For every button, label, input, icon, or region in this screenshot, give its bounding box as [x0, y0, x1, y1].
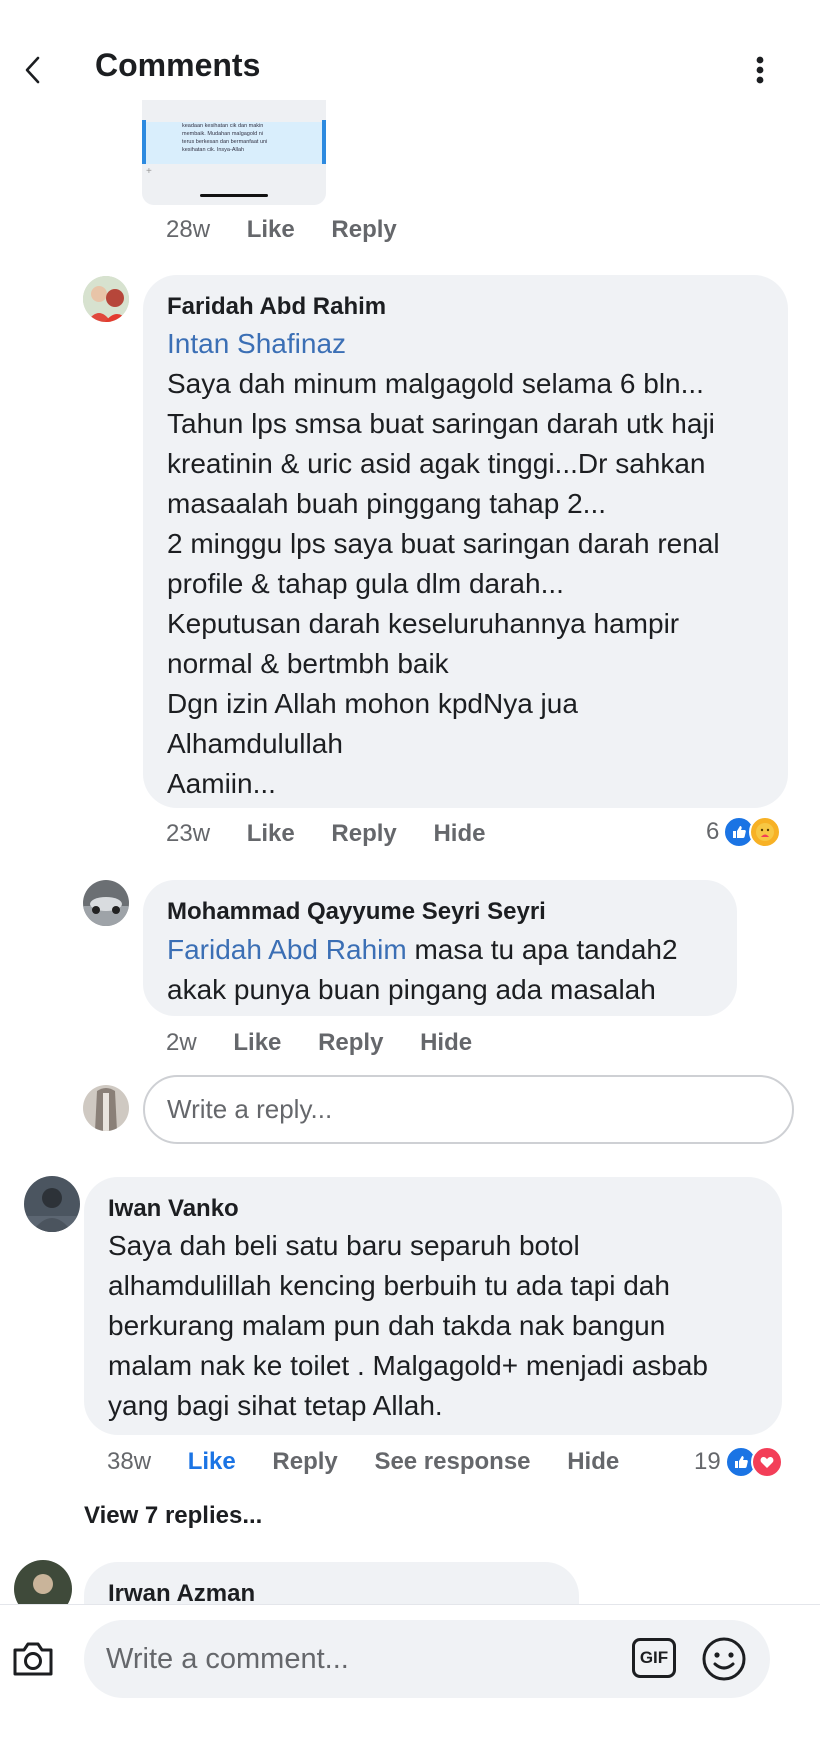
comment-actions: 38w Like Reply See response Hide — [107, 1448, 619, 1476]
comment-author[interactable]: Mohammad Qayyume Seyri Seyri — [167, 898, 546, 926]
avatar[interactable] — [83, 880, 129, 926]
comment-author[interactable]: Iwan Vanko — [108, 1195, 239, 1223]
like-link[interactable]: Like — [247, 820, 295, 848]
like-link[interactable]: Like — [247, 216, 295, 244]
like-link[interactable]: Like — [188, 1448, 236, 1476]
reactions-summary[interactable]: 6 — [706, 816, 782, 848]
reply-link[interactable]: Reply — [331, 216, 396, 244]
reply-link[interactable]: Reply — [318, 1029, 383, 1057]
mention-link[interactable]: Faridah Abd Rahim — [167, 934, 407, 965]
hide-link[interactable]: Hide — [420, 1029, 472, 1057]
reaction-count: 19 — [694, 1448, 721, 1475]
comment-composer: Write a comment... GIF — [0, 1604, 820, 1746]
timestamp: 2w — [166, 1029, 197, 1056]
emoji-icon — [702, 1637, 746, 1681]
reply-link[interactable]: Reply — [272, 1448, 337, 1476]
gif-icon: GIF — [639, 1648, 669, 1667]
comment-text: Saya dah beli satu baru separuh botol al… — [108, 1230, 709, 1421]
timestamp: 28w — [166, 216, 211, 243]
comment-bubble: Faridah Abd Rahim Intan Shafinaz Saya da… — [143, 275, 788, 808]
reply-placeholder: Write a reply... — [167, 1094, 333, 1124]
hide-link[interactable]: Hide — [567, 1448, 619, 1476]
chevron-left-icon — [25, 56, 40, 84]
back-button[interactable] — [12, 48, 52, 92]
reply-input[interactable]: Write a reply... — [143, 1075, 794, 1144]
comment-text: Intan Shafinaz Saya dah minum malgagold … — [167, 324, 720, 804]
hide-link[interactable]: Hide — [433, 820, 485, 848]
avatar[interactable] — [83, 276, 129, 322]
camera-icon — [13, 1642, 53, 1676]
care-reaction-icon — [749, 816, 782, 848]
comment-bubble: Iwan Vanko Saya dah beli satu baru separ… — [84, 1177, 782, 1435]
reply-link[interactable]: Reply — [331, 820, 396, 848]
comment-bubble: Mohammad Qayyume Seyri Seyri Faridah Abd… — [143, 880, 737, 1016]
see-response-link[interactable]: See response — [374, 1448, 530, 1476]
comment-actions: 23w Like Reply Hide — [166, 820, 485, 848]
snippet-text: keadaan kesihatan cik dan makin membaik.… — [182, 123, 268, 153]
comment-author[interactable]: Faridah Abd Rahim — [167, 293, 386, 321]
thumb-actions: 28w Like Reply — [166, 216, 397, 244]
view-replies-link[interactable]: View 7 replies... — [84, 1502, 262, 1530]
more-vertical-icon — [756, 56, 764, 84]
comment-text: Faridah Abd Rahim masa tu apa tandah2 ak… — [167, 934, 678, 1005]
emoji-button[interactable] — [700, 1635, 748, 1683]
gif-button[interactable]: GIF — [632, 1638, 676, 1678]
timestamp: 38w — [107, 1448, 152, 1475]
comment-actions: 2w Like Reply Hide — [166, 1029, 472, 1057]
like-link[interactable]: Like — [233, 1029, 281, 1057]
user-avatar — [83, 1085, 129, 1131]
comment-placeholder: Write a comment... — [106, 1642, 349, 1675]
love-reaction-icon — [750, 1446, 783, 1478]
mention-link[interactable]: Intan Shafinaz — [167, 324, 720, 364]
more-options-button[interactable] — [740, 48, 780, 92]
reactions-summary[interactable]: 19 — [694, 1446, 783, 1478]
attached-image[interactable]: keadaan kesihatan cik dan makin membaik.… — [142, 100, 326, 205]
avatar[interactable] — [24, 1176, 80, 1232]
page-title: Comments — [95, 47, 261, 83]
camera-button[interactable] — [8, 1634, 58, 1684]
reaction-count: 6 — [706, 818, 720, 845]
timestamp: 23w — [166, 820, 211, 847]
